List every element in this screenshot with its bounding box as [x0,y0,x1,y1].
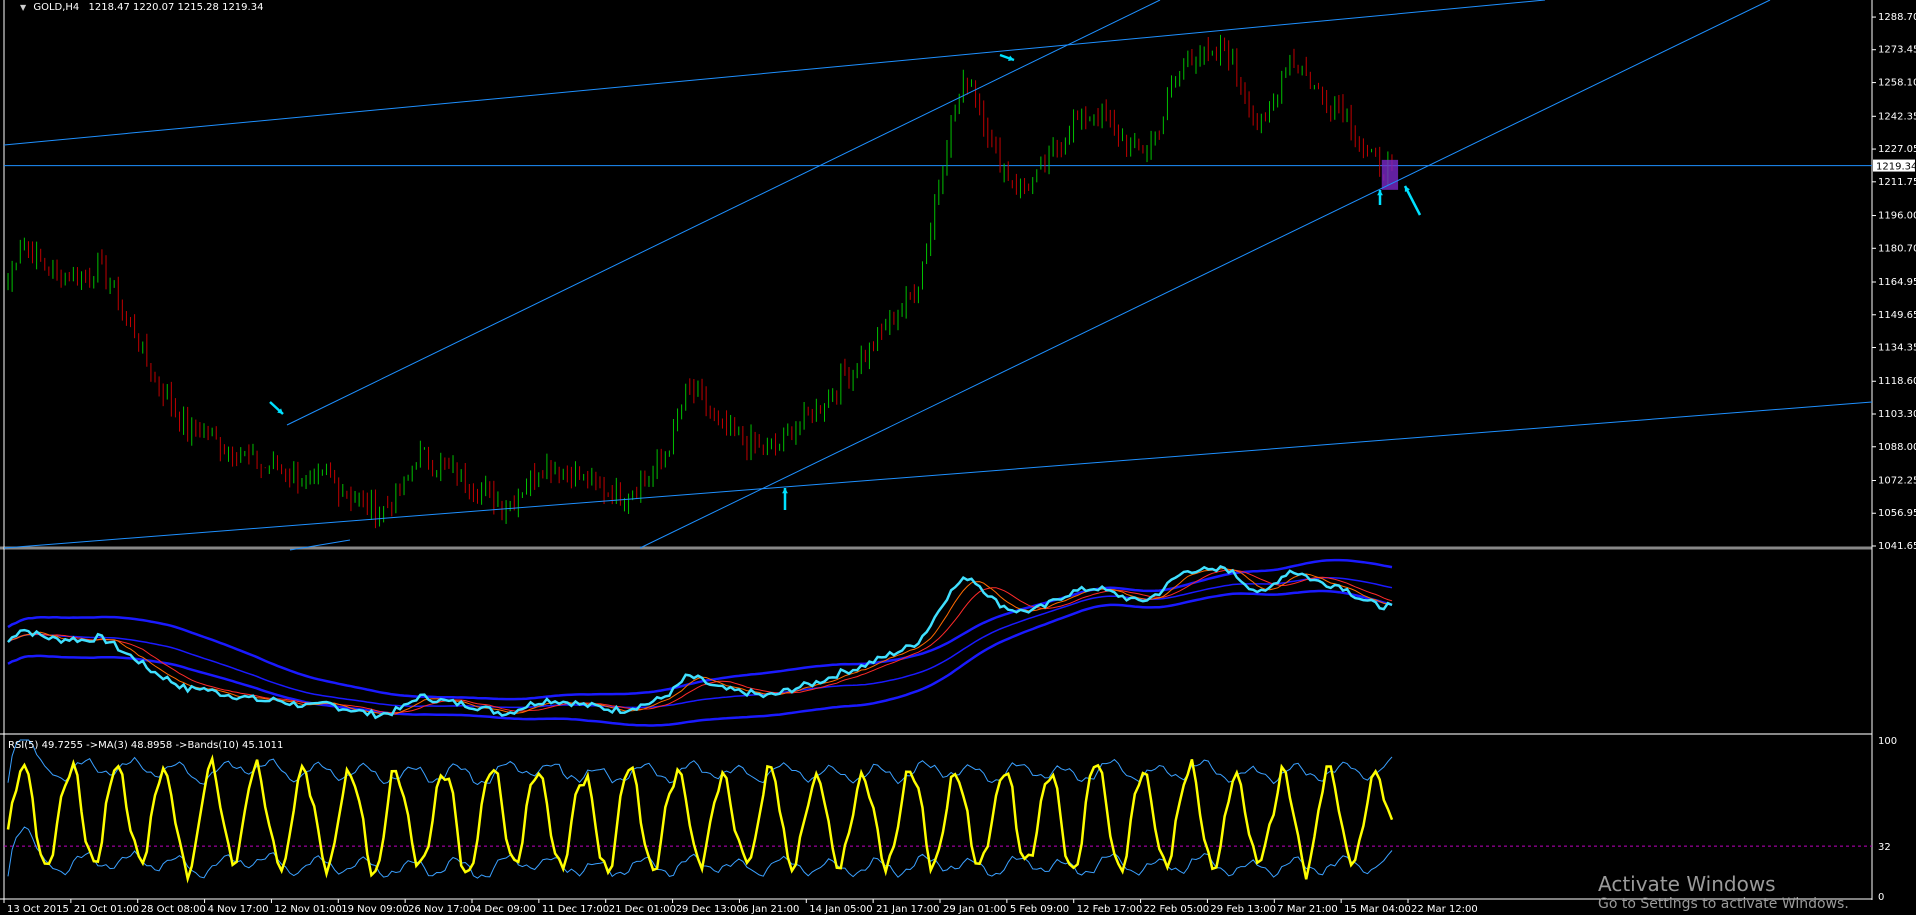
x-tick-label: 11 Dec 17:00 [542,904,609,915]
x-tick-label: 12 Nov 01:00 [274,904,341,915]
x-tick-label: 26 Nov 17:00 [408,904,475,915]
x-tick-label: 5 Feb 09:00 [1010,904,1069,915]
activate-windows-watermark: Activate Windows Go to Settings to activ… [1598,872,1849,912]
y-tick-label: 1149.65 [1878,310,1916,321]
x-tick-label: 22 Feb 05:00 [1144,904,1210,915]
y-tick-label: 1180.70 [1878,243,1916,254]
y-tick-label: 1211.75 [1878,177,1916,188]
y-tick-label: 1056.95 [1878,508,1916,519]
y-tick-label: 1288.70 [1878,12,1916,23]
x-tick-label: 4 Dec 09:00 [475,904,536,915]
y-tick-label: 1273.45 [1878,45,1916,56]
y-tick-label: 1072.25 [1878,475,1916,486]
x-tick-label: 28 Oct 08:00 [141,904,206,915]
x-tick-label: 15 Mar 04:00 [1344,904,1411,915]
y-tick-label: 1118.60 [1878,376,1916,387]
x-tick-label: 7 Mar 21:00 [1277,904,1337,915]
x-tick-label: 22 Mar 12:00 [1411,904,1478,915]
rsi-tick-label: 0 [1878,892,1884,903]
y-tick-label: 1041.65 [1878,541,1916,552]
watermark-subtitle: Go to Settings to activate Windows. [1598,896,1849,912]
chart-window: 1288.70 1273.45 1258.10 1242.35 1227.05 1211.… [0,0,1916,915]
y-tick-label: 1134.35 [1878,343,1916,354]
rsi-indicator-title: RSI(5) 49.7255 ->MA(3) 48.8958 ->Bands(1… [8,740,284,751]
rsi-tick-label: 100 [1878,736,1897,747]
y-tick-label: 1227.05 [1878,144,1916,155]
x-tick-label: 13 Oct 2015 [7,904,69,915]
watermark-title: Activate Windows [1598,872,1776,896]
x-tick-label: 29 Dec 13:00 [676,904,743,915]
y-tick-label: 1258.10 [1878,78,1916,89]
x-tick-label: 12 Feb 17:00 [1077,904,1143,915]
symbol-title: ▼ GOLD,H4 1218.47 1220.07 1215.28 1219.3… [20,2,263,13]
symbol-label: GOLD,H4 [33,2,80,13]
dropdown-icon[interactable]: ▼ [20,3,26,12]
x-tick-label: 21 Jan 17:00 [876,904,939,915]
y-tick-label: 1242.35 [1878,111,1916,122]
price-chart-svg: 1288.70 1273.45 1258.10 1242.35 1227.05 1211.… [0,0,1916,915]
x-tick-label: 4 Nov 17:00 [208,904,269,915]
x-tick-label: 6 Jan 21:00 [742,904,799,915]
y-tick-label: 1164.95 [1878,277,1916,288]
y-tick-label: 1196.00 [1878,211,1916,222]
last-candle-highlight [1381,159,1399,190]
y-tick-label: 1103.30 [1878,409,1916,420]
x-tick-label: 19 Nov 09:00 [341,904,408,915]
rsi-tick-label: 32 [1878,842,1891,853]
x-tick-label: 14 Jan 05:00 [809,904,872,915]
x-tick-label: 21 Oct 01:00 [74,904,139,915]
current-price-label: 1219.34 [1876,162,1916,173]
x-tick-label: 29 Jan 01:00 [943,904,1006,915]
ohlc-values: 1218.47 1220.07 1215.28 1219.34 [88,2,264,13]
x-tick-label: 21 Dec 01:00 [609,904,676,915]
x-tick-label: 29 Feb 13:00 [1210,904,1276,915]
y-tick-label: 1088.00 [1878,442,1916,453]
